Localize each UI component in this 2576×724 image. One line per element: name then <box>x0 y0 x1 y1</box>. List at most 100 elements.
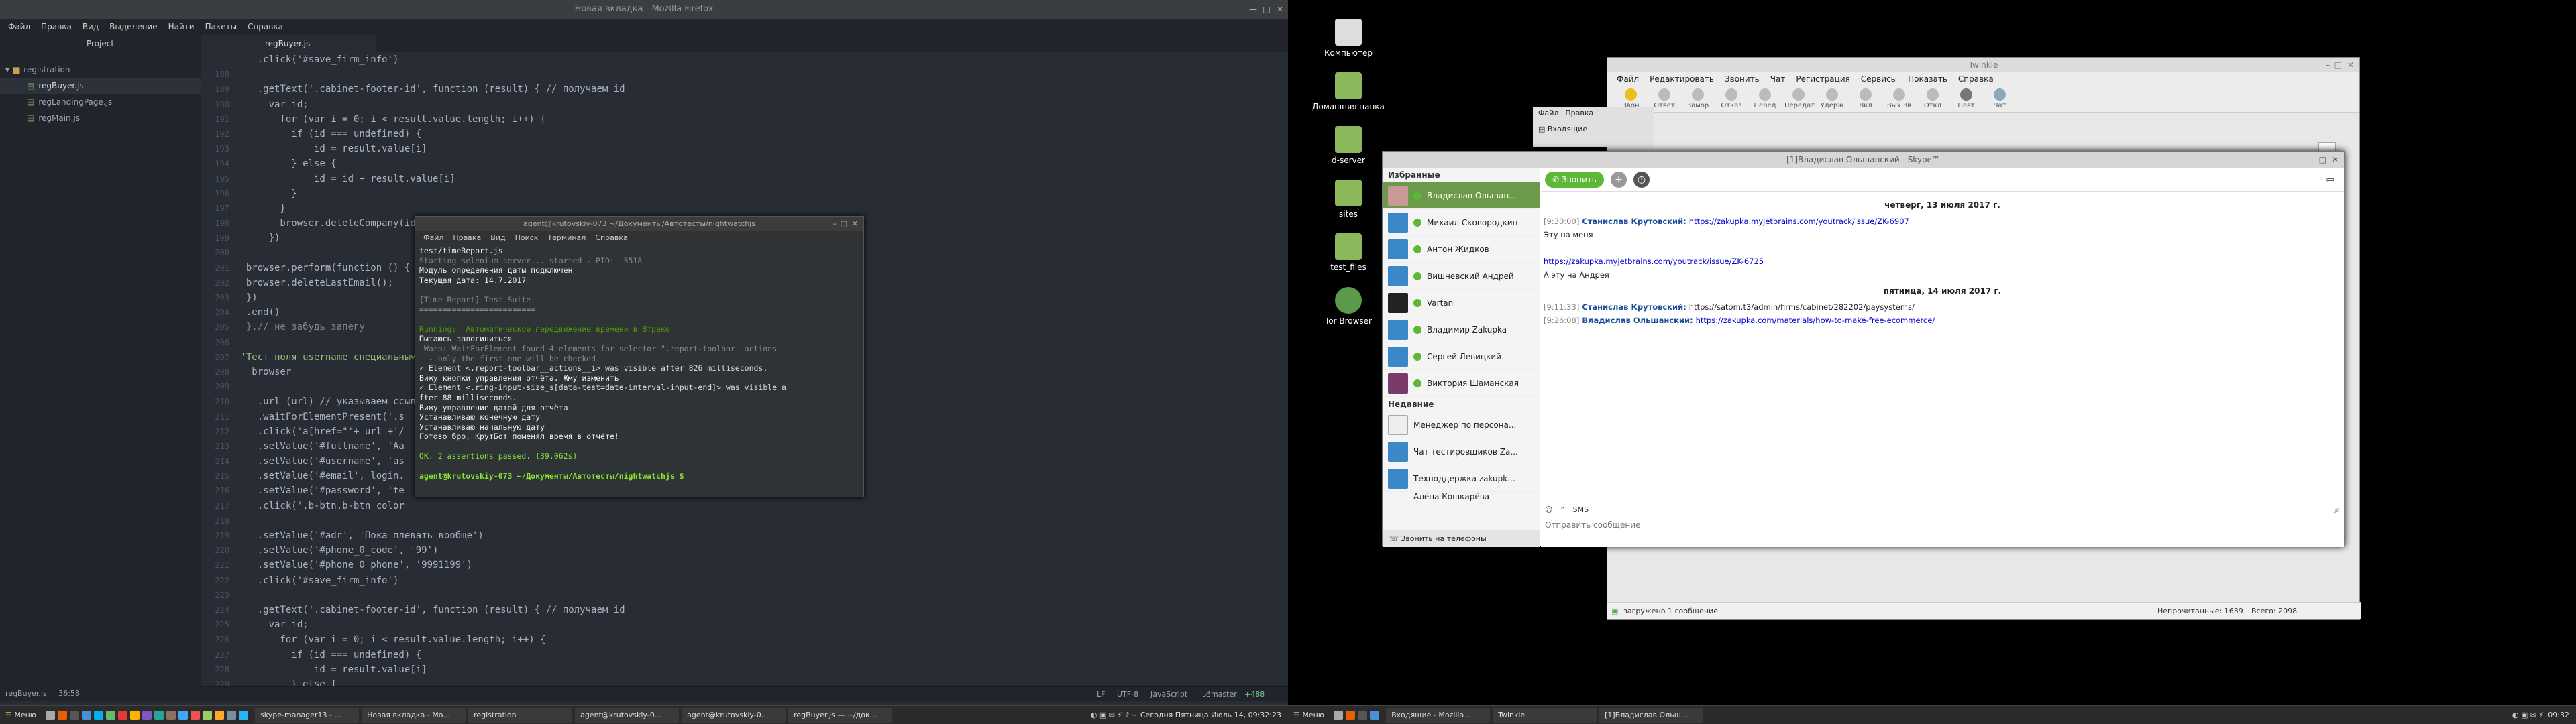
tab-regbuyer[interactable]: regBuyer.js <box>201 35 376 52</box>
contact-item[interactable]: Вишневский Андрей <box>1383 263 1540 290</box>
terminal-icon[interactable] <box>70 710 80 720</box>
skype-icon[interactable] <box>94 710 104 720</box>
maximize-icon[interactable]: □ <box>2334 58 2342 72</box>
menu-file[interactable]: Файл <box>1538 107 1558 119</box>
app-icon[interactable] <box>154 710 164 720</box>
folder-icon[interactable] <box>1370 710 1380 720</box>
taskbar-window-button[interactable]: Новая вкладка - Mo... <box>362 707 466 723</box>
code-line[interactable]: id = id + result.value[i] <box>235 172 1288 186</box>
app-icon[interactable] <box>178 710 189 720</box>
recent-item[interactable]: Алёна Кошкарёва <box>1383 492 1540 501</box>
taskbar-window-button[interactable]: [1]Владислав Ольш... <box>1599 707 1704 723</box>
message-link[interactable]: https://zakupka.myjetbrains.com/youtrack… <box>1544 257 1764 266</box>
code-line[interactable]: .setValue('#phone_0_code', '99') <box>235 543 1288 558</box>
clock-icon[interactable]: ◷ <box>1633 171 1650 188</box>
message-link[interactable]: https://zakupka.com/materials/how-to-mak… <box>1696 316 1935 325</box>
close-icon[interactable]: ✕ <box>852 217 858 231</box>
status-eol[interactable]: LF <box>1097 687 1105 702</box>
close-icon[interactable]: ✕ <box>2332 152 2339 168</box>
chat-history[interactable]: четверг, 13 июля 2017 г. [9:30:00] Станисл… <box>1541 192 2344 331</box>
tree-file[interactable]: ▤ regMain.js <box>0 110 201 126</box>
code-line[interactable]: id = result.value[i] <box>235 141 1288 156</box>
terminal-window[interactable]: agent@krutovskiy-073 ~/Документы/Автотес… <box>415 216 864 497</box>
app-icon[interactable] <box>166 710 176 720</box>
minimize-icon[interactable]: – <box>2326 58 2330 72</box>
toolbar-mute-button[interactable]: Вых.Зв <box>1885 88 1913 109</box>
minimize-icon[interactable]: — <box>1248 4 1258 15</box>
status-branch[interactable]: master <box>1211 687 1237 702</box>
desktop-icon-tor[interactable]: Tor Browser <box>1311 287 1385 326</box>
status-encoding[interactable]: UTF-8 <box>1117 687 1138 702</box>
toolbar-hangup-button[interactable]: Откл <box>1919 88 1947 109</box>
menu-edit[interactable]: Правка <box>37 22 76 32</box>
code-line[interactable]: id = result.value[i] <box>235 662 1288 677</box>
sms-toggle[interactable]: ☺ ⌃ SMS <box>1541 503 2344 517</box>
menu-selection[interactable]: Выделение <box>105 22 161 32</box>
code-line[interactable]: .click('#save_firm_info') <box>235 52 1288 67</box>
menu-call[interactable]: Звонить <box>1725 72 1760 86</box>
menu-file[interactable]: Файл <box>1617 72 1639 86</box>
close-icon[interactable]: ✕ <box>2347 58 2354 72</box>
menu-terminal[interactable]: Терминал <box>547 231 586 245</box>
code-line[interactable]: for (var i = 0; i < result.value.length;… <box>235 112 1288 127</box>
message-author[interactable]: Владислав Ольшанский: <box>1582 316 1693 325</box>
message-link[interactable]: https://zakupka.myjetbrains.com/youtrack… <box>1689 217 1909 226</box>
start-menu-button[interactable]: ☰ Меню <box>0 708 42 723</box>
search-icon[interactable]: ⌕ <box>2334 505 2340 516</box>
menu-view[interactable]: Вид <box>490 231 505 245</box>
contact-item[interactable]: Виктория Шаманская <box>1383 370 1540 397</box>
taskbar-window-button[interactable]: agent@krutovskiy-0... <box>575 707 680 723</box>
show-desktop-icon[interactable] <box>1334 710 1344 720</box>
contact-item[interactable]: Сергей Левицкий <box>1383 343 1540 370</box>
menu-chat[interactable]: Чат <box>1770 72 1786 86</box>
code-line[interactable]: if (id === undefined) { <box>235 648 1288 662</box>
clock[interactable]: Сегодня Пятница Июль 14, 09:32:23 <box>1140 711 1281 719</box>
maximize-icon[interactable]: □ <box>841 217 847 231</box>
call-button[interactable]: ✆ Звонить <box>1545 171 1604 188</box>
tree-file[interactable]: ▤ regLandingPage.js <box>0 94 201 110</box>
menu-file[interactable]: Файл <box>423 231 443 245</box>
back-arrow-icon[interactable]: ⇦ <box>2326 173 2334 186</box>
tray-icons[interactable]: ◐ ▣ ✉ ⚡ <box>2512 711 2544 719</box>
message-input[interactable] <box>1545 517 2316 533</box>
atom-icon[interactable] <box>106 710 116 720</box>
code-line[interactable]: .getText('.cabinet-footer-id', function … <box>235 603 1288 617</box>
menu-edit[interactable]: Редактировать <box>1650 72 1714 86</box>
close-icon[interactable]: ✕ <box>1275 4 1285 15</box>
app-icon[interactable] <box>142 710 152 720</box>
menu-find[interactable]: Найти <box>164 22 199 32</box>
contact-item[interactable]: Vartan <box>1383 290 1540 316</box>
menu-file[interactable]: Файл <box>4 22 34 32</box>
call-phones-button[interactable]: ☏ Звонить на телефоны <box>1383 530 1540 547</box>
taskbar-window-button[interactable]: registration <box>468 707 573 723</box>
terminal-icon[interactable] <box>1358 710 1368 720</box>
taskbar-window-button[interactable]: regBuyer.js — ~/док... <box>788 707 893 723</box>
toolbar-call-button[interactable]: Звон <box>1617 88 1645 109</box>
app-icon[interactable] <box>227 710 237 720</box>
firefox-icon[interactable] <box>58 710 68 720</box>
maximize-icon[interactable]: □ <box>2319 152 2326 168</box>
code-line[interactable]: var id; <box>235 617 1288 632</box>
menu-help[interactable]: Справка <box>1958 72 1994 86</box>
taskbar-window-button[interactable]: agent@krutovskiy-0... <box>682 707 786 723</box>
contact-item[interactable]: Михаил Сковородкин <box>1383 209 1540 236</box>
menu-help[interactable]: Справка <box>244 22 287 32</box>
code-line[interactable]: .setValue('#adr', 'Пока плевать вообще') <box>235 528 1288 543</box>
folder-icon[interactable] <box>82 710 92 720</box>
code-line[interactable]: .getText('.cabinet-footer-id', function … <box>235 82 1288 97</box>
toolbar-on-button[interactable]: Вкл <box>1851 88 1880 109</box>
toolbar-transfer-button[interactable]: Передат <box>1784 88 1815 109</box>
code-line[interactable]: if (id === undefined) { <box>235 127 1288 141</box>
code-line[interactable] <box>235 67 1288 82</box>
menu-view[interactable]: Вид <box>78 22 103 32</box>
app-icon[interactable] <box>191 710 201 720</box>
tree-file[interactable]: ▤ regBuyer.js <box>0 78 201 94</box>
desktop-icon-sites[interactable]: sites <box>1311 180 1385 219</box>
skype-window[interactable]: [1]Владислав Ольшанский - Skype™ – □ ✕ И… <box>1382 151 2345 547</box>
taskbar-window-button[interactable]: Входящие - Mozilla ... <box>1386 707 1491 723</box>
start-menu-button[interactable]: ☰ Меню <box>1288 708 1330 723</box>
menu-packages[interactable]: Пакеты <box>201 22 241 32</box>
code-line[interactable] <box>235 588 1288 603</box>
taskbar-window-button[interactable]: skype-manager13 - ... <box>255 707 360 723</box>
code-line[interactable] <box>235 514 1288 528</box>
